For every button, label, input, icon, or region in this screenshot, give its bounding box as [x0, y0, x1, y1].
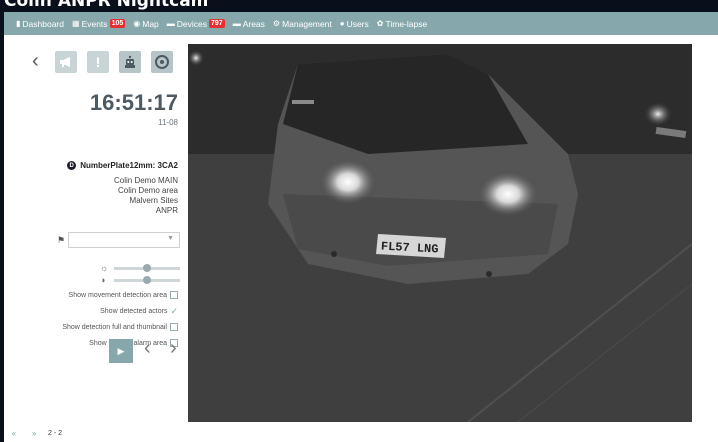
brightness-slider[interactable]: [114, 263, 180, 272]
last-page-button[interactable]: »: [24, 429, 44, 438]
gear-icon: ⚙: [272, 19, 281, 28]
nav-label: Users: [346, 18, 369, 29]
megaphone-icon: [60, 57, 70, 67]
option-movement-area[interactable]: Show movement detection area: [69, 291, 178, 299]
tag-select[interactable]: ▼: [68, 232, 180, 248]
aperture-button[interactable]: [151, 51, 173, 73]
nav-item-map[interactable]: ◉ Map: [133, 19, 159, 29]
user-icon: ●: [339, 19, 345, 28]
nav-item-dashboard[interactable]: ▮ Dashboard: [16, 19, 64, 29]
nav-label: Events: [81, 18, 108, 29]
nav-label: Devices: [176, 18, 208, 29]
chevron-down-icon: ▼: [167, 235, 174, 242]
robot-icon: [125, 55, 135, 68]
contrast-slider-handle[interactable]: [143, 275, 151, 284]
option-label: Show detection full and thumbnail: [62, 323, 167, 331]
folder-icon: ▬: [232, 19, 241, 28]
grid-icon: ▦: [72, 19, 80, 28]
group-name: Malvern Sites: [129, 196, 178, 205]
window-title-text: Colin ANPR Nightcam: [4, 0, 209, 11]
movement-area-checkbox[interactable]: [170, 291, 178, 299]
option-label: Show movement detection area: [68, 291, 167, 299]
play-icon: ▶: [117, 345, 125, 356]
pagination: « » 2 - 2: [4, 424, 62, 442]
bar-chart-icon: ▮: [16, 19, 21, 28]
exclamation-icon: !: [95, 54, 101, 70]
device-row: D NumberPlate12mm: 3CA2: [67, 161, 178, 170]
camera-image[interactable]: FL57 LNG: [188, 44, 692, 422]
contrast-slider[interactable]: [114, 275, 180, 284]
previous-frame-button[interactable]: ‹: [144, 337, 151, 360]
events-badge: 105: [109, 19, 126, 28]
camera-type: ANPR: [155, 206, 178, 215]
megaphone-button[interactable]: [55, 51, 77, 73]
first-page-button[interactable]: «: [4, 429, 24, 438]
top-nav: ▮ Dashboard ▦ Events 105 ◉ Map ▬ Devices…: [4, 12, 718, 35]
device-name[interactable]: NumberPlate12mm: 3CA2: [80, 161, 178, 170]
device-badge-icon: D: [67, 161, 77, 170]
nav-item-devices[interactable]: ▬ Devices 797: [167, 19, 225, 29]
nav-label: Map: [142, 18, 159, 29]
event-sidebar: ‹ ! 16:51:17 11-08 D NumberPlate12mm: 3C…: [4, 35, 184, 442]
check-icon[interactable]: ✓: [170, 307, 178, 316]
option-detected-actors[interactable]: Show detected actors ✓: [100, 307, 178, 316]
nav-item-users[interactable]: ● Users: [340, 19, 369, 29]
detection-thumbnail-checkbox[interactable]: [170, 323, 178, 331]
nav-label: Time-lapse: [385, 18, 428, 29]
contrast-icon: ◑: [100, 275, 106, 285]
area-name: Colin Demo area: [117, 186, 178, 195]
brightness-icon: ☼: [100, 263, 109, 273]
app: ▮ Dashboard ▦ Events 105 ◉ Map ▬ Devices…: [4, 12, 718, 442]
nav-label: Areas: [242, 18, 265, 29]
brightness-slider-handle[interactable]: [143, 263, 151, 272]
tag-icon: ⚑: [57, 235, 66, 245]
aperture-icon: [155, 55, 169, 69]
back-chevron-icon[interactable]: ‹: [32, 50, 39, 73]
nav-item-management[interactable]: ⚙ Management: [273, 19, 332, 29]
brightness-row: ☼: [100, 263, 180, 273]
folder-icon: ▬: [166, 19, 175, 28]
option-detection-thumbnail[interactable]: Show detection full and thumbnail: [62, 323, 178, 331]
nav-item-events[interactable]: ▦ Events 105: [72, 18, 126, 29]
nav-item-time-lapse[interactable]: ✿ Time-lapse: [377, 19, 427, 29]
event-time: 16:51:17: [89, 90, 178, 115]
map-pin-icon: ◉: [133, 19, 141, 28]
alert-button[interactable]: !: [87, 51, 109, 73]
time-lapse-icon: ✿: [376, 19, 384, 28]
window-frame: Colin ANPR Nightcam ▮ Dashboard ▦ Events…: [0, 0, 718, 442]
next-frame-button[interactable]: ›: [170, 337, 177, 360]
option-label: Show detected actors: [100, 307, 168, 315]
nav-label: Dashboard: [22, 18, 64, 29]
contrast-row: ◑: [100, 275, 180, 285]
anpr-frame: FL57 LNG: [188, 44, 692, 422]
option-alarm-area[interactable]: Show defined alarm area: [89, 339, 178, 347]
robot-button[interactable]: [119, 51, 141, 73]
play-button[interactable]: ▶: [109, 339, 133, 363]
nav-item-areas[interactable]: ▬ Areas: [233, 19, 265, 29]
site-name: Colin Demo MAIN: [113, 176, 178, 185]
page-count: 2 - 2: [48, 429, 63, 437]
nav-label: Management: [282, 18, 332, 29]
devices-badge: 797: [209, 19, 225, 28]
event-date: 11-08: [158, 118, 178, 127]
